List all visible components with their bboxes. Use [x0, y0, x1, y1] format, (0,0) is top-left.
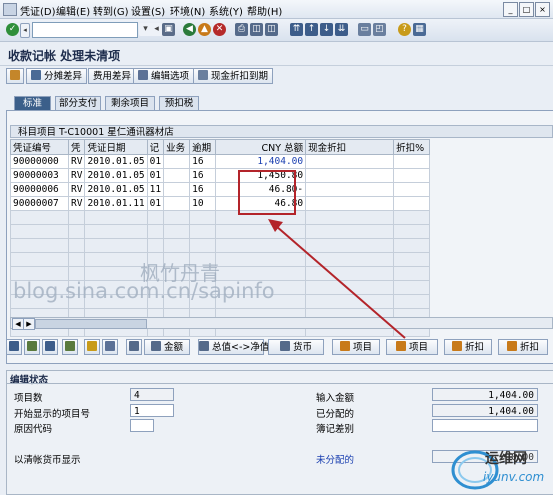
amount-button[interactable]: 金额 [144, 339, 190, 355]
clearing-currency-label: 以清帐货币显示 [14, 455, 81, 466]
unassigned-label: 未分配的 [316, 455, 355, 466]
site-logo: 运维网 iyunv.com [445, 440, 553, 493]
entered-amount-field: 1,404.00 [432, 388, 538, 401]
gross-net-label: 总值<->净值 [212, 342, 270, 353]
currency-label: 货币 [292, 342, 312, 353]
item-toolbar: 金额 总值<->净值 货币 项目 项目 折扣 折扣 [0, 338, 553, 358]
logo-domain: iyunv.com [483, 470, 545, 484]
posting-difference-field[interactable] [432, 419, 538, 432]
select-all-icon[interactable] [6, 339, 22, 355]
first-item-label: 开始显示的项目号 [14, 409, 91, 420]
item-button-1-label: 项目 [352, 342, 372, 353]
search-icon[interactable] [126, 339, 142, 355]
amount-button-label: 金额 [163, 342, 183, 353]
item-button-1[interactable]: 项目 [332, 339, 380, 355]
discount-button-1[interactable]: 折扣 [444, 339, 492, 355]
assigned-field: 1,404.00 [432, 404, 538, 417]
activate-icon[interactable] [42, 339, 58, 355]
posting-difference-label: 簿记差别 [316, 424, 355, 435]
discount-button-2-label: 折扣 [519, 342, 539, 353]
assigned-label: 已分配的 [316, 409, 355, 420]
discount-button-2[interactable]: 折扣 [498, 339, 548, 355]
currency-button[interactable]: 货币 [268, 339, 324, 355]
item-button-2[interactable]: 项目 [386, 339, 438, 355]
item-count-label: 项目数 [14, 393, 43, 404]
filter-icon[interactable] [84, 339, 100, 355]
entered-amount-label: 输入金额 [316, 393, 355, 404]
reason-code-label: 原因代码 [14, 424, 53, 435]
logo-brand: 运维网 [485, 451, 527, 467]
deselect-icon[interactable] [24, 339, 40, 355]
deactivate-icon[interactable] [62, 339, 78, 355]
discount-button-1-label: 折扣 [464, 342, 484, 353]
sort-icon[interactable] [102, 339, 118, 355]
item-button-2-label: 项目 [408, 342, 428, 353]
gross-net-button[interactable]: 总值<->净值 [198, 339, 269, 355]
first-item-field[interactable]: 1 [130, 404, 174, 417]
item-count-field: 4 [130, 388, 174, 401]
group-divider [6, 383, 553, 384]
reason-code-field[interactable] [130, 419, 154, 432]
